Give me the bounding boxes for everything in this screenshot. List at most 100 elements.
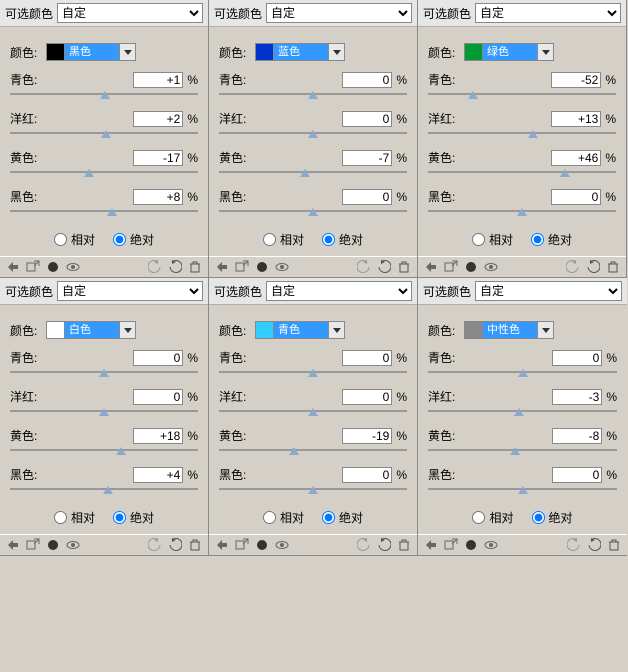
- reset-icon[interactable]: [377, 260, 391, 274]
- channel-value-input[interactable]: [133, 428, 183, 444]
- slider-thumb[interactable]: [107, 208, 117, 216]
- channel-value-input[interactable]: [133, 350, 183, 366]
- slider-track[interactable]: [219, 207, 407, 221]
- preset-dropdown[interactable]: 自定: [57, 3, 203, 23]
- absolute-radio-label[interactable]: 绝对: [532, 509, 573, 526]
- prev-icon[interactable]: [148, 260, 162, 274]
- slider-track[interactable]: [10, 90, 198, 104]
- box-arrow-icon[interactable]: [235, 538, 249, 552]
- channel-value-input[interactable]: [552, 350, 602, 366]
- channel-value-input[interactable]: [342, 111, 392, 127]
- absolute-radio-label[interactable]: 绝对: [531, 231, 572, 248]
- mask-on-icon[interactable]: [464, 260, 478, 274]
- hand-icon[interactable]: [215, 538, 229, 552]
- dropdown-button[interactable]: [120, 43, 136, 61]
- color-swatch-dropdown[interactable]: 黑色: [46, 43, 120, 61]
- slider-thumb[interactable]: [308, 486, 318, 494]
- absolute-radio-label[interactable]: 绝对: [322, 231, 363, 248]
- preset-dropdown[interactable]: 自定: [266, 281, 412, 301]
- eye-icon[interactable]: [275, 538, 289, 552]
- slider-thumb[interactable]: [289, 447, 299, 455]
- channel-value-input[interactable]: [133, 189, 183, 205]
- relative-radio[interactable]: [54, 233, 67, 246]
- slider-thumb[interactable]: [528, 130, 538, 138]
- channel-value-input[interactable]: [133, 72, 183, 88]
- channel-value-input[interactable]: [551, 72, 601, 88]
- slider-track[interactable]: [219, 407, 407, 421]
- reset-icon[interactable]: [587, 538, 601, 552]
- relative-radio-label[interactable]: 相对: [263, 509, 304, 526]
- mask-on-icon[interactable]: [464, 538, 478, 552]
- relative-radio-label[interactable]: 相对: [54, 509, 95, 526]
- reset-icon[interactable]: [377, 538, 391, 552]
- box-arrow-icon[interactable]: [26, 538, 40, 552]
- slider-track[interactable]: [10, 168, 198, 182]
- prev-icon[interactable]: [567, 538, 581, 552]
- channel-value-input[interactable]: [133, 389, 183, 405]
- preset-dropdown[interactable]: 自定: [475, 281, 622, 301]
- trash-icon[interactable]: [606, 260, 620, 274]
- prev-icon[interactable]: [148, 538, 162, 552]
- mask-on-icon[interactable]: [46, 260, 60, 274]
- prev-icon[interactable]: [566, 260, 580, 274]
- channel-value-input[interactable]: [551, 189, 601, 205]
- channel-value-input[interactable]: [342, 428, 392, 444]
- absolute-radio-label[interactable]: 绝对: [113, 509, 154, 526]
- slider-track[interactable]: [10, 207, 198, 221]
- color-swatch-dropdown[interactable]: 青色: [255, 321, 329, 339]
- slider-track[interactable]: [219, 485, 407, 499]
- relative-radio-label[interactable]: 相对: [472, 231, 513, 248]
- slider-track[interactable]: [10, 485, 198, 499]
- slider-track[interactable]: [428, 446, 617, 460]
- slider-thumb[interactable]: [308, 208, 318, 216]
- prev-icon[interactable]: [357, 538, 371, 552]
- dropdown-button[interactable]: [538, 321, 554, 339]
- reset-icon[interactable]: [586, 260, 600, 274]
- slider-thumb[interactable]: [84, 169, 94, 177]
- hand-icon[interactable]: [6, 260, 20, 274]
- trash-icon[interactable]: [397, 260, 411, 274]
- slider-track[interactable]: [428, 90, 616, 104]
- preset-dropdown[interactable]: 自定: [57, 281, 203, 301]
- relative-radio-label[interactable]: 相对: [472, 509, 513, 526]
- absolute-radio[interactable]: [113, 511, 126, 524]
- eye-icon[interactable]: [66, 538, 80, 552]
- color-swatch-dropdown[interactable]: 绿色: [464, 43, 538, 61]
- hand-icon[interactable]: [6, 538, 20, 552]
- slider-thumb[interactable]: [116, 447, 126, 455]
- slider-thumb[interactable]: [100, 91, 110, 99]
- eye-icon[interactable]: [484, 260, 498, 274]
- slider-thumb[interactable]: [517, 208, 527, 216]
- trash-icon[interactable]: [397, 538, 411, 552]
- color-swatch-dropdown[interactable]: 蓝色: [255, 43, 329, 61]
- absolute-radio[interactable]: [322, 233, 335, 246]
- channel-value-input[interactable]: [133, 467, 183, 483]
- slider-thumb[interactable]: [308, 130, 318, 138]
- slider-track[interactable]: [219, 368, 407, 382]
- box-arrow-icon[interactable]: [26, 260, 40, 274]
- slider-thumb[interactable]: [308, 91, 318, 99]
- prev-icon[interactable]: [357, 260, 371, 274]
- channel-value-input[interactable]: [342, 189, 392, 205]
- relative-radio-label[interactable]: 相对: [54, 231, 95, 248]
- absolute-radio[interactable]: [532, 511, 545, 524]
- reset-icon[interactable]: [168, 538, 182, 552]
- trash-icon[interactable]: [607, 538, 621, 552]
- slider-thumb[interactable]: [308, 369, 318, 377]
- mask-on-icon[interactable]: [255, 538, 269, 552]
- slider-track[interactable]: [219, 129, 407, 143]
- box-arrow-icon[interactable]: [444, 538, 458, 552]
- relative-radio[interactable]: [472, 511, 485, 524]
- slider-thumb[interactable]: [308, 408, 318, 416]
- channel-value-input[interactable]: [342, 389, 392, 405]
- hand-icon[interactable]: [215, 260, 229, 274]
- reset-icon[interactable]: [168, 260, 182, 274]
- relative-radio[interactable]: [263, 511, 276, 524]
- trash-icon[interactable]: [188, 538, 202, 552]
- slider-track[interactable]: [219, 90, 407, 104]
- slider-thumb[interactable]: [103, 486, 113, 494]
- hand-icon[interactable]: [424, 260, 438, 274]
- channel-value-input[interactable]: [342, 467, 392, 483]
- relative-radio-label[interactable]: 相对: [263, 231, 304, 248]
- slider-track[interactable]: [428, 407, 617, 421]
